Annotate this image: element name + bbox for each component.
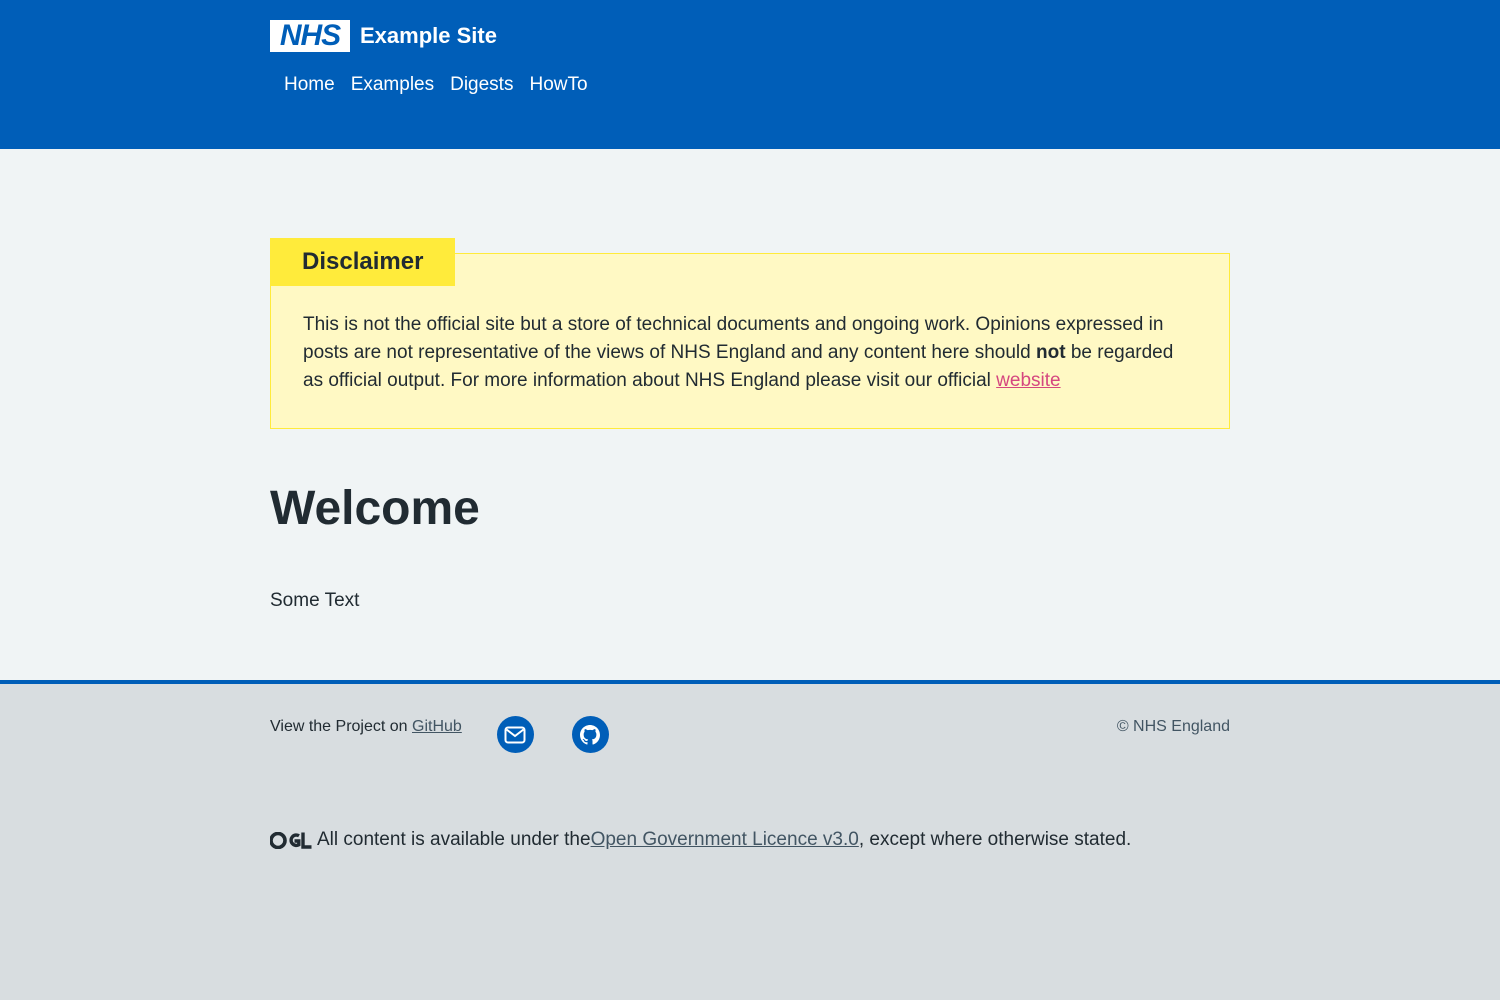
disclaimer-text-bold: not: [1036, 342, 1066, 363]
nhs-logo[interactable]: NHS: [270, 20, 350, 52]
licence-suffix: , except where otherwise stated.: [858, 829, 1132, 850]
brand[interactable]: NHS Example Site: [270, 20, 1230, 52]
nav-item-home[interactable]: Home: [284, 71, 335, 99]
github-link[interactable]: GitHub: [412, 718, 462, 735]
site-footer: View the Project on GitHub © NHS England: [0, 680, 1500, 1000]
footer-container: View the Project on GitHub © NHS England: [270, 684, 1230, 854]
mail-icon[interactable]: [496, 716, 534, 753]
disclaimer-label: Disclaimer: [270, 238, 456, 286]
main-content: Disclaimer This is not the official site…: [270, 149, 1230, 680]
nhs-logo-text: NHS: [279, 19, 341, 52]
licence-prefix: All content is available under the: [317, 829, 591, 850]
view-prefix: View the Project on: [270, 718, 413, 735]
footer-left: View the Project on GitHub: [270, 716, 609, 753]
disclaimer-callout: Disclaimer This is not the official site…: [270, 238, 1230, 429]
nav-item-digests[interactable]: Digests: [450, 71, 513, 99]
footer-top-row: View the Project on GitHub © NHS England: [270, 716, 1230, 753]
disclaimer-text-part1: This is not the official site but a stor…: [303, 314, 1164, 363]
github-icon[interactable]: [571, 716, 609, 753]
view-project-text: View the Project on GitHub: [270, 716, 462, 738]
nav-item-howto[interactable]: HowTo: [529, 71, 587, 99]
site-title[interactable]: Example Site: [360, 23, 497, 49]
copyright: © NHS England: [1116, 718, 1230, 735]
licence-statement: All content is available under the Open …: [270, 826, 1230, 854]
ogl-licence-link[interactable]: Open Government Licence v3.0: [591, 826, 859, 854]
github-icon-svg: [580, 724, 601, 745]
ogl-logo-icon: [270, 831, 312, 849]
page-title: Welcome: [270, 482, 480, 535]
mail-icon-svg: [504, 726, 526, 743]
nav-item-examples[interactable]: Examples: [351, 71, 434, 99]
header-container: NHS Example Site Home Examples Digests H…: [270, 0, 1230, 99]
body-text: Some Text: [270, 590, 360, 611]
site-header: NHS Example Site Home Examples Digests H…: [0, 0, 1500, 149]
disclaimer-website-link[interactable]: website: [996, 370, 1060, 391]
main-nav: Home Examples Digests HowTo: [270, 71, 1230, 99]
